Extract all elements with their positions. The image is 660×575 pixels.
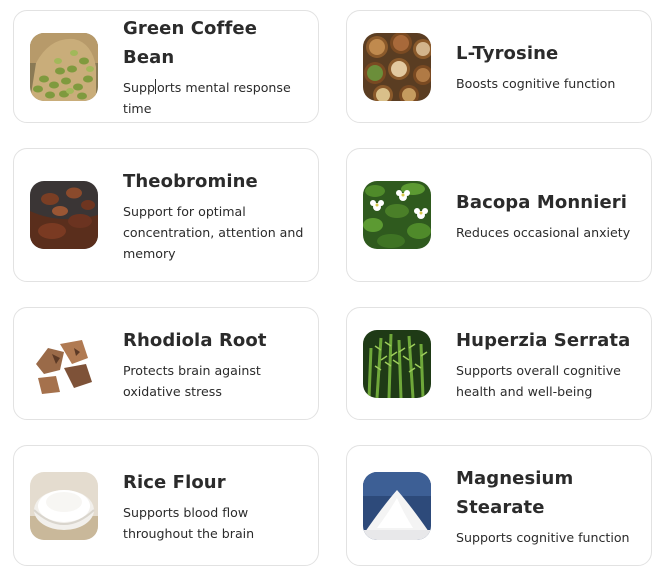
ingredient-card-rice-flour: Rice Flour Supports blood flow throughou… [13,445,319,566]
card-description: Supports blood flow throughout the brain [123,504,255,541]
card-description: Support for optimal concentration, atten… [123,203,304,261]
card-description: Supports overall cognitive health and we… [456,362,621,399]
card-title: Bacopa Monnieri [456,191,628,213]
ingredient-card-l-tyrosine: L-Tyrosine Boosts cognitive function [346,10,652,123]
card-title: Rhodiola Root [123,329,267,351]
nuts-and-seeds-image [363,32,431,101]
huperzia-plant-image [363,329,431,398]
card-description: Reduces occasional anxiety [456,224,631,240]
card-title: Green Coffee Bean [123,18,258,68]
magnesium-stearate-powder-image [363,471,431,540]
rice-flour-bowl-image [30,471,98,540]
bacopa-flowers-image [363,181,431,249]
card-description: Protects brain against oxidative stress [123,362,261,399]
card-title: Huperzia Serrata [456,329,631,351]
green-coffee-beans-image [30,32,98,101]
cocoa-beans-image [30,181,98,249]
ingredient-card-rhodiola-root: Rhodiola Root Protects brain against oxi… [13,307,319,420]
card-title: L-Tyrosine [456,43,559,64]
ingredient-card-bacopa-monnieri: Bacopa Monnieri Reduces occasional anxie… [346,148,652,282]
card-description: Supports cognitive function [456,529,630,545]
ingredient-card-magnesium-stearate: Magnesium Stearate Supports cognitive fu… [346,445,652,566]
card-title: Theobromine [123,170,258,192]
card-description: Supp orts mental response time [123,79,291,116]
ingredient-card-green-coffee-bean: Green Coffee Bean Supp orts mental respon… [13,10,319,123]
ingredient-card-theobromine: Theobromine Support for optimal concentr… [13,148,319,282]
ingredient-card-huperzia-serrata: Huperzia Serrata Supports overall cognit… [346,307,652,420]
card-title: Rice Flour [123,471,226,493]
card-title: Magnesium Stearate [456,467,574,518]
rhodiola-root-image [30,329,98,398]
card-description: Boosts cognitive function [456,76,616,91]
